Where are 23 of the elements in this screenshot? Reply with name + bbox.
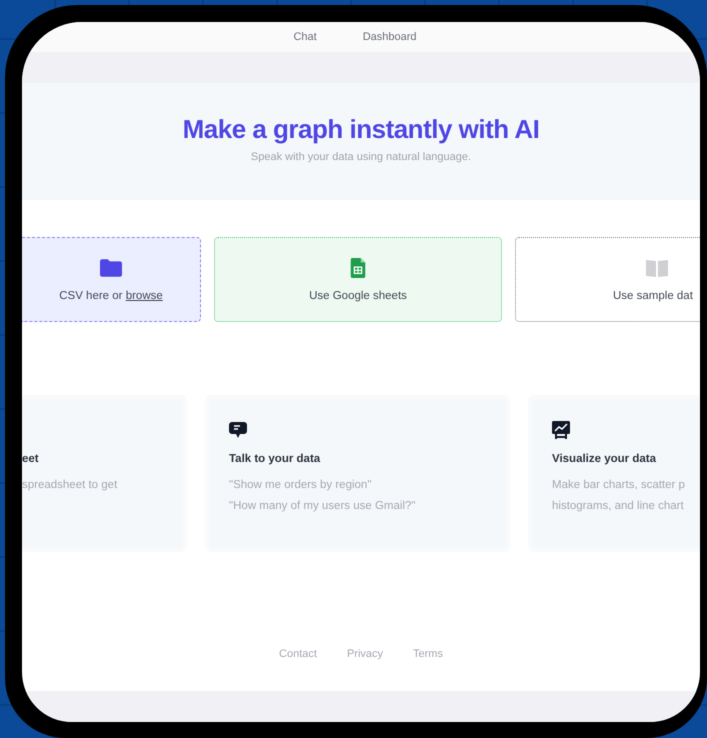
upload-instruction: CSV here or browse <box>59 290 163 302</box>
book-icon <box>646 258 668 278</box>
chat-bubble-icon <box>229 421 247 439</box>
feature-description: histograms, and line chart <box>552 499 685 514</box>
feature-description: "Show me orders by region" <box>229 478 372 493</box>
presentation-chart-icon <box>552 421 570 439</box>
folder-icon <box>100 258 122 278</box>
hero-subtitle: Speak with your data using natural language. <box>250 151 472 163</box>
data-source-card[interactable]: CSV here or browse <box>22 237 201 322</box>
source-label: Use sample dat <box>613 290 693 302</box>
feature-title: Talk to your data <box>229 453 322 465</box>
feature-description: "How many of my users use Gmail?" <box>229 499 416 514</box>
hero-title: Make a graph instantly with AI <box>182 114 540 145</box>
feature-description: Make bar charts, scatter p <box>552 478 686 493</box>
nav-link[interactable]: Dashboard <box>362 31 417 43</box>
feature-description: spreadsheet to get <box>22 478 118 493</box>
nav-link[interactable]: Chat <box>293 31 317 43</box>
source-label: Use Google sheets <box>309 290 407 302</box>
feature-title: eet <box>22 453 40 465</box>
browse-link[interactable]: browse <box>126 290 163 302</box>
feature-title: Visualize your data <box>552 453 657 465</box>
data-source-card[interactable]: Use sample dat <box>515 237 700 322</box>
data-source-card[interactable]: Use Google sheets <box>214 237 502 322</box>
